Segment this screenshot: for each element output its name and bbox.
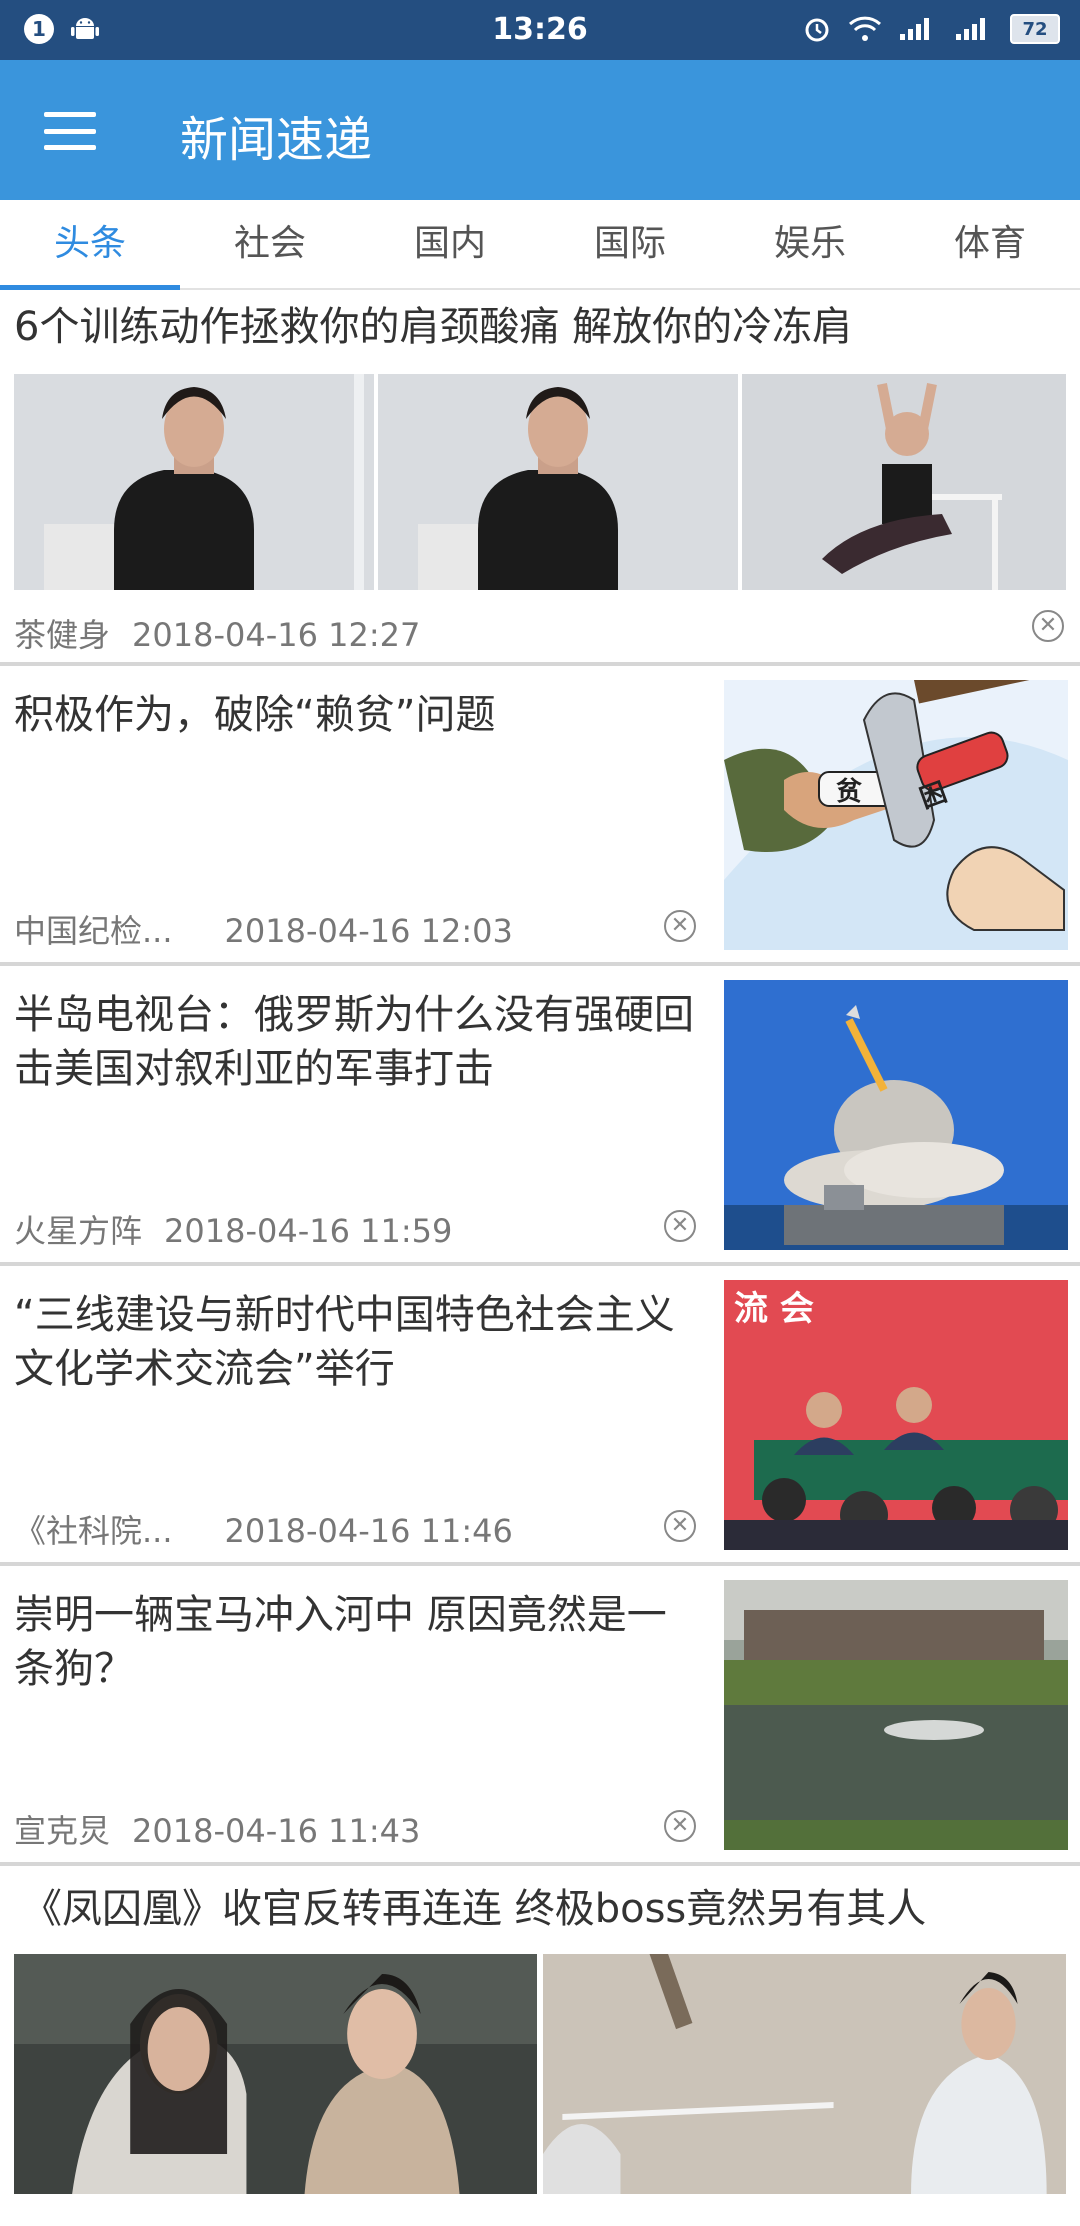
tab-international[interactable]: 国际: [540, 200, 720, 288]
news-meta: 中国纪检... 2018-04-16 12:03: [14, 906, 513, 952]
news-title: 积极作为，破除“赖贫”问题: [14, 692, 496, 738]
news-thumbnail: [724, 1580, 1068, 1850]
tab-headlines[interactable]: 头条: [0, 200, 180, 290]
dismiss-icon[interactable]: ✕: [664, 1810, 696, 1842]
tab-domestic[interactable]: 国内: [360, 200, 540, 288]
news-item[interactable]: 崇明一辆宝马冲入河中 原因竟然是一条狗？ 宣克炅 2018-04-16 11:43…: [0, 1566, 1080, 1866]
news-date: 2018-04-16 11:59: [164, 1212, 453, 1250]
news-image: [14, 1954, 537, 2194]
signal-icon: [900, 18, 929, 40]
news-image: [742, 374, 1066, 590]
news-image: [14, 374, 374, 590]
signal-icon-2: [956, 18, 985, 40]
news-date: 2018-04-16 12:03: [224, 912, 513, 950]
news-date: 2018-04-16 11:46: [224, 1512, 513, 1550]
news-title: 《凤囚凰》收官反转再连连 终极boss竟然另有其人: [22, 1886, 927, 1932]
news-image: [378, 374, 738, 590]
news-source: 《社科院...: [14, 1512, 173, 1550]
news-title: 6个训练动作拯救你的肩颈酸痛 解放你的冷冻肩: [14, 304, 853, 350]
news-title: “三线建设与新时代中国特色社会主义文化学术交流会”举行: [14, 1292, 675, 1392]
dismiss-icon[interactable]: ✕: [1032, 610, 1064, 642]
news-item[interactable]: 《凤囚凰》收官反转再连连 终极boss竟然另有其人: [0, 1866, 1080, 2226]
news-feed: 6个训练动作拯救你的肩颈酸痛 解放你的冷冻肩 茶健身 2018-04-16 12…: [0, 292, 1080, 2226]
tab-sports[interactable]: 体育: [900, 200, 1080, 288]
news-source: 宣克炅: [14, 1812, 111, 1850]
battery-icon: 72: [1010, 14, 1060, 44]
news-item[interactable]: “三线建设与新时代中国特色社会主义文化学术交流会”举行 流 会 《社科院... 2…: [0, 1266, 1080, 1566]
news-title: 崇明一辆宝马冲入河中 原因竟然是一条狗？: [14, 1592, 667, 1692]
app-bar: 新闻速递: [0, 60, 1080, 200]
news-thumbnail: [724, 980, 1068, 1250]
status-right-icons: 72: [802, 14, 1060, 44]
news-image-row: [14, 374, 1066, 590]
tab-entertainment[interactable]: 娱乐: [720, 200, 900, 288]
thumb-text: 贫: [836, 776, 862, 807]
dismiss-icon[interactable]: ✕: [664, 910, 696, 942]
news-thumbnail: 流 会: [724, 1280, 1068, 1550]
news-date: 2018-04-16 11:43: [132, 1812, 421, 1850]
news-meta: 宣克炅 2018-04-16 11:43: [14, 1806, 420, 1852]
news-date: 2018-04-16 12:27: [132, 616, 421, 654]
app-title: 新闻速递: [180, 112, 373, 168]
news-source: 中国纪检...: [14, 912, 173, 950]
news-item[interactable]: 半岛电视台：俄罗斯为什么没有强硬回击美国对叙利亚的军事打击 火星方阵 2018-0…: [0, 966, 1080, 1266]
tab-society[interactable]: 社会: [180, 200, 360, 288]
news-source: 茶健身: [14, 616, 111, 654]
category-tabs: 头条 社会 国内 国际 娱乐 体育: [0, 200, 1080, 290]
news-image: [543, 1954, 1066, 2194]
status-bar: 1 13:26 72: [0, 0, 1080, 60]
news-image-row: [14, 1954, 1066, 2194]
news-title: 半岛电视台：俄罗斯为什么没有强硬回击美国对叙利亚的军事打击: [14, 992, 694, 1092]
news-item[interactable]: 积极作为，破除“赖贫”问题 贫 困 中国纪检... 2018-04-16 12:0…: [0, 666, 1080, 966]
news-meta: 茶健身 2018-04-16 12:27: [14, 610, 420, 656]
dismiss-icon[interactable]: ✕: [664, 1210, 696, 1242]
alarm-icon: [805, 18, 829, 42]
news-thumbnail: 贫 困: [724, 680, 1068, 950]
news-meta: 火星方阵 2018-04-16 11:59: [14, 1206, 452, 1252]
menu-icon[interactable]: [40, 106, 100, 156]
wifi-icon: [848, 16, 882, 41]
dismiss-icon[interactable]: ✕: [664, 1510, 696, 1542]
news-meta: 《社科院... 2018-04-16 11:46: [14, 1506, 513, 1552]
thumb-text: 流 会: [734, 1289, 814, 1329]
news-source: 火星方阵: [14, 1212, 143, 1250]
news-item[interactable]: 6个训练动作拯救你的肩颈酸痛 解放你的冷冻肩 茶健身 2018-04-16 12…: [0, 292, 1080, 666]
